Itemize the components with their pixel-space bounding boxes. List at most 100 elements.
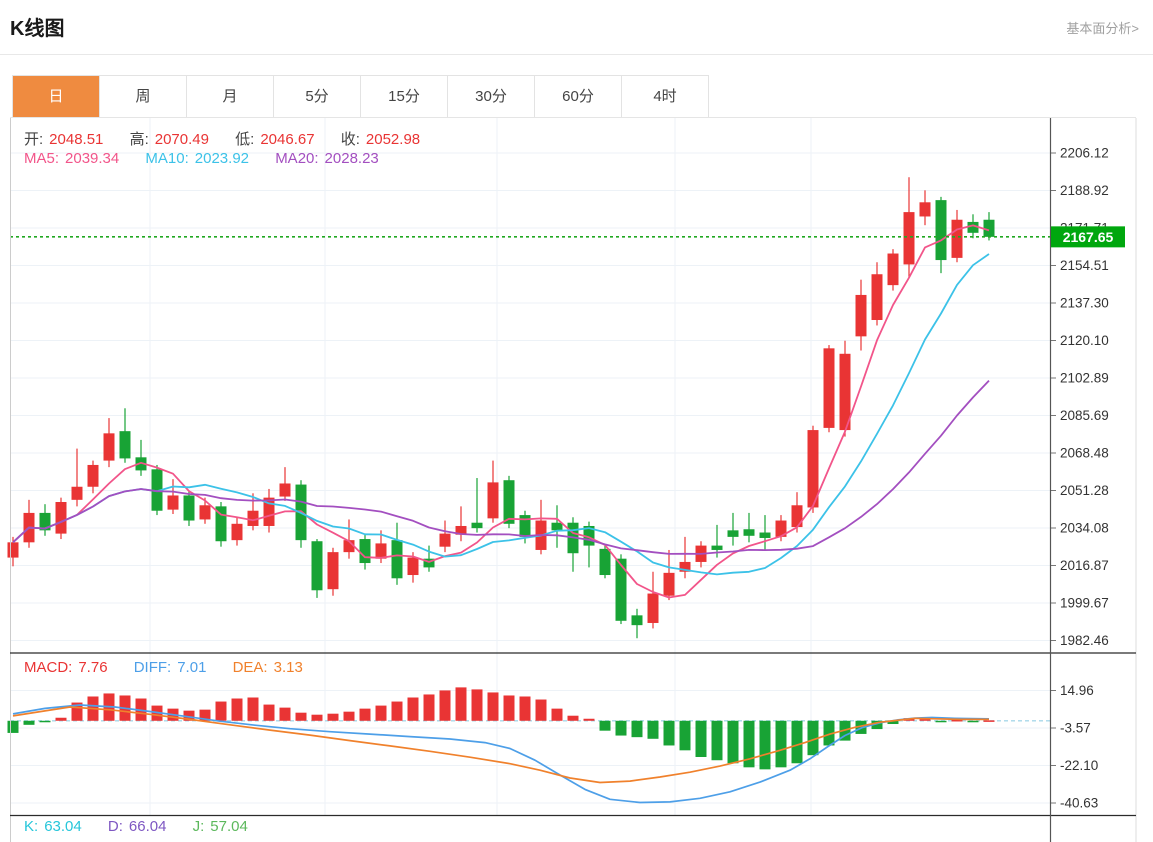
tab-day[interactable]: 日 <box>13 76 100 117</box>
candle-body <box>471 522 483 529</box>
macd-bar <box>711 720 723 761</box>
candle-body <box>55 502 67 534</box>
dea-value: 3.13 <box>273 659 303 676</box>
price-axis-label: 2188.92 <box>1060 183 1109 198</box>
macd-bar <box>359 708 371 721</box>
macd-bar <box>311 714 323 721</box>
price-axis-label: 2016.87 <box>1060 558 1109 573</box>
kdj-j-value: 57.04 <box>210 818 248 835</box>
macd-label: MACD: <box>24 659 73 676</box>
ma10-label: MA10: <box>145 150 189 167</box>
tab-month[interactable]: 月 <box>187 76 274 117</box>
candle-body <box>599 548 611 576</box>
tab-15m[interactable]: 15分 <box>361 76 448 117</box>
high-value: 2070.49 <box>154 131 209 148</box>
macd-bar <box>327 713 339 721</box>
price-axis-label: 2102.89 <box>1060 371 1109 386</box>
kline-page: 2206.122188.922171.712154.512137.302120.… <box>0 0 1153 842</box>
macd-bar <box>471 689 483 721</box>
macd-bar <box>647 720 659 739</box>
close-value: 2052.98 <box>365 131 421 148</box>
macd-bar <box>423 694 435 721</box>
ma5-value: 2039.34 <box>65 150 120 167</box>
candle-body <box>487 482 499 519</box>
macd-bar <box>791 720 803 764</box>
macd-bar <box>567 715 579 721</box>
candle-body <box>7 542 19 558</box>
macd-bar <box>23 720 35 725</box>
candle-body <box>887 253 899 286</box>
kline-chart-canvas: 2206.122188.922171.712154.512137.302120.… <box>7 117 1137 842</box>
macd-axis-label: -40.63 <box>1060 796 1098 811</box>
macd-bar <box>503 695 515 721</box>
candle-body <box>71 486 83 500</box>
tab-60m[interactable]: 60分 <box>535 76 622 117</box>
candle-body <box>711 545 723 550</box>
macd-bar <box>583 718 595 721</box>
tab-4h[interactable]: 4时 <box>622 76 708 117</box>
macd-bar <box>551 708 563 721</box>
candles-layer <box>7 177 1050 639</box>
macd-bar <box>663 720 675 746</box>
price-axis-label: 2154.51 <box>1060 258 1109 273</box>
ma5-label: MA5: <box>24 150 60 167</box>
price-axis-label: 2137.30 <box>1060 296 1109 311</box>
price-axis-label: 2085.69 <box>1060 408 1109 423</box>
candle-body <box>503 480 515 524</box>
kdj-j-label: J: <box>192 818 205 835</box>
candle-body <box>119 431 131 459</box>
macd-axis-label: 14.96 <box>1060 683 1094 698</box>
macd-bar <box>599 720 611 731</box>
macd-axis-label: -3.57 <box>1060 721 1091 736</box>
candle-body <box>439 533 451 547</box>
tab-5m[interactable]: 5分 <box>274 76 361 117</box>
candle-body <box>87 464 99 487</box>
candle-body <box>791 505 803 528</box>
low-label: 低: <box>235 131 255 148</box>
fundamental-analysis-link[interactable]: 基本面分析> <box>1066 18 1139 37</box>
interval-tabbar: 日周月 5分 15分 30分 60分 4时 <box>12 75 709 117</box>
candle-body <box>823 348 835 428</box>
kdj-k-label: K: <box>24 818 39 835</box>
price-axis-label: 2120.10 <box>1060 333 1109 348</box>
macd-bar <box>631 720 643 738</box>
open-value: 2048.51 <box>49 131 104 148</box>
candle-body <box>103 433 115 461</box>
ohlc-legend: 开: 2048.51 高: 2070.49 低: 2046.67 收: 2052.98 <box>24 128 426 149</box>
macd-bar <box>775 720 787 768</box>
candle-body <box>199 505 211 520</box>
macd-bar <box>55 717 67 721</box>
candle-body <box>935 200 947 261</box>
tab-30m[interactable]: 30分 <box>448 76 535 117</box>
macd-bar <box>231 698 243 721</box>
candle-body <box>167 495 179 510</box>
diff-value: 7.01 <box>177 659 207 676</box>
macd-bar <box>263 704 275 721</box>
macd-bar <box>247 697 259 721</box>
candle-body <box>871 274 883 321</box>
macd-bar <box>679 720 691 751</box>
macd-bar <box>39 720 51 723</box>
macd-bar <box>391 701 403 721</box>
price-axis-label: 2068.48 <box>1060 446 1109 461</box>
macd-bar <box>215 701 227 721</box>
macd-legend: MACD: 7.76 DIFF: 7.01 DEA: 3.13 <box>24 659 309 676</box>
candle-body <box>951 219 963 258</box>
header-divider <box>0 54 1153 55</box>
macd-bar <box>759 720 771 770</box>
candle-body <box>631 615 643 626</box>
price-axis-label: 1982.46 <box>1060 633 1109 648</box>
macd-bar <box>439 690 451 721</box>
tab-week[interactable]: 周 <box>100 76 187 117</box>
kdj-d-label: D: <box>107 818 123 835</box>
candle-body <box>647 593 659 623</box>
price-axis-label: 2206.12 <box>1060 146 1109 161</box>
macd-bar <box>695 720 707 758</box>
macd-layer <box>7 687 1050 804</box>
candle-body <box>919 202 931 217</box>
macd-bar <box>7 720 19 733</box>
price-axis-label: 2034.08 <box>1060 520 1109 535</box>
macd-bar <box>967 720 979 723</box>
candle-body <box>311 541 323 591</box>
high-label: 高: <box>129 131 149 148</box>
